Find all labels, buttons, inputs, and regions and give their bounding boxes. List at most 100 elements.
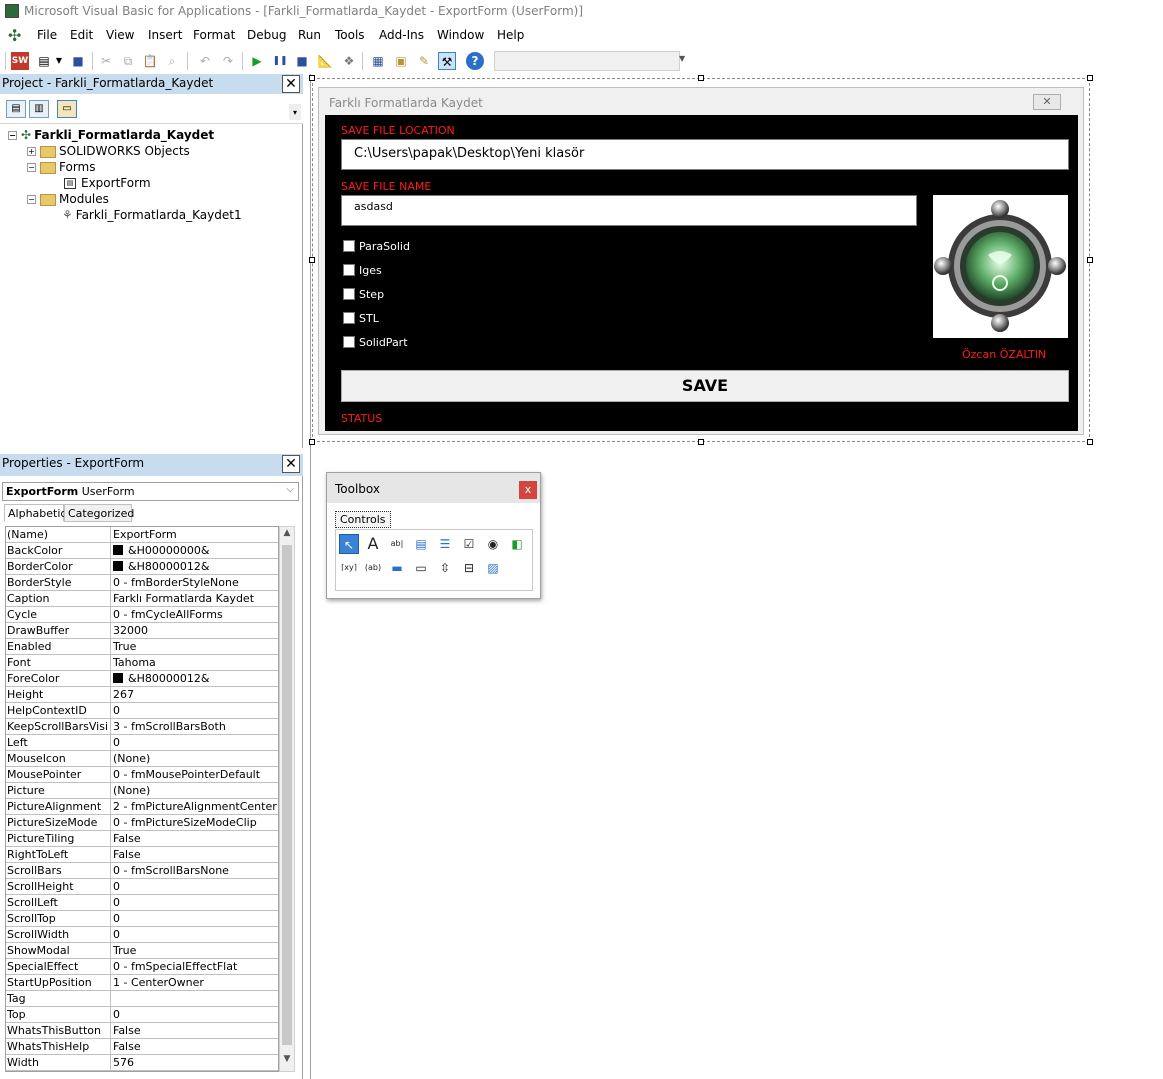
property-value[interactable]: 1 - CenterOwner [110,975,278,990]
view-object-icon[interactable]: ▥ [29,100,49,118]
property-value[interactable]: 0 - fmCycleAllForms [110,607,278,622]
close-icon[interactable]: ✕ [282,75,300,93]
copy-icon[interactable]: ⧉ [119,52,137,70]
property-row[interactable]: ScrollTop 0 [6,911,278,927]
tree-module-item[interactable]: ⚘ Farkli_Formatlarda_Kaydet1 [62,208,242,222]
property-value[interactable]: 32000 [110,623,278,638]
project-explorer-icon[interactable]: ❖ [340,52,358,70]
checkbox-box[interactable] [343,264,355,276]
property-row[interactable]: ScrollLeft 0 [6,895,278,911]
tree-modules[interactable]: − Modules [27,192,109,206]
tree-solidworks-objects[interactable]: + SOLIDWORKS Objects [27,144,190,158]
object-selector[interactable]: ExportForm UserForm ⌵ [2,482,299,501]
help-icon[interactable]: ? [466,52,484,70]
property-row[interactable]: Picture (None) [6,783,278,799]
textbox-tool-icon[interactable]: ab| [387,534,407,554]
break-icon[interactable]: ❚❚ [271,52,289,70]
property-row[interactable]: WhatsThisHelp False [6,1039,278,1055]
checkbox-iges[interactable]: Iges [343,264,382,277]
property-row[interactable]: PictureTiling False [6,831,278,847]
cut-icon[interactable]: ✂ [97,52,115,70]
undo-icon[interactable]: ↶ [196,52,214,70]
solidworks-icon[interactable]: SW [11,52,29,70]
save-button[interactable]: SAVE [341,370,1069,402]
property-row[interactable]: MousePointer 0 - fmMousePointerDefault [6,767,278,783]
image-tool-icon[interactable]: ▨ [483,558,503,578]
properties-window-icon[interactable]: ▦ [369,52,387,70]
property-row[interactable]: Width 576 [6,1055,278,1071]
property-value[interactable]: 576 [110,1055,278,1070]
find-icon[interactable]: ⌕ [163,52,181,70]
tabstrip-tool-icon[interactable]: ▬ [387,558,407,578]
property-row[interactable]: PictureAlignment 2 - fmPictureAlignmentCe… [6,799,278,815]
frame-tool-icon[interactable]: ⌈xy⌉ [339,558,359,578]
property-value[interactable]: 267 [110,687,278,702]
property-value[interactable]: 0 - fmSpecialEffectFlat [110,959,278,974]
property-row[interactable]: Top 0 [6,1007,278,1023]
close-icon[interactable]: ✕ [282,455,300,473]
resize-handle[interactable] [309,257,315,263]
property-row[interactable]: BorderColor &H80000012& [6,559,278,575]
properties-scrollbar[interactable]: ▲ ▼ [279,526,295,1072]
property-value[interactable]: 0 [110,911,278,926]
property-value[interactable]: 0 [110,927,278,942]
property-row[interactable]: ScrollHeight 0 [6,879,278,895]
resize-handle[interactable] [309,439,315,445]
resize-handle[interactable] [1087,257,1093,263]
property-value[interactable]: 0 [110,1007,278,1022]
menu-file[interactable]: File [37,28,57,42]
toggle-folders-icon[interactable]: ▭ [57,100,77,118]
property-value[interactable]: 0 - fmBorderStyleNone [110,575,278,590]
property-value[interactable]: &H00000000& [110,543,278,558]
property-row[interactable]: Font Tahoma [6,655,278,671]
property-row[interactable]: ScrollWidth 0 [6,927,278,943]
property-value[interactable]: 0 [110,735,278,750]
tab-controls[interactable]: Controls [335,511,391,528]
property-value[interactable]: False [110,1039,278,1054]
combobox-tool-icon[interactable]: ▤ [411,534,431,554]
property-row[interactable]: WhatsThisButton False [6,1023,278,1039]
userform-exportform[interactable]: Farklı Formatlarda Kaydet ✕ SAVE FILE LO… [318,87,1084,435]
property-value[interactable]: True [110,943,278,958]
close-icon[interactable]: ✕ [1033,94,1061,110]
checkbox-parasolid[interactable]: ParaSolid [343,240,410,253]
save-location-field[interactable]: C:\Users\papak\Desktop\Yeni klasör [341,139,1069,170]
property-row[interactable]: Height 267 [6,687,278,703]
togglebutton-tool-icon[interactable]: ◧ [507,534,527,554]
tree-root[interactable]: − ✣ Farkli_Formatlarda_Kaydet [8,128,214,142]
save-icon[interactable]: ■ [69,52,87,70]
collapse-icon[interactable]: − [8,131,17,140]
property-value[interactable]: &H80000012& [110,559,278,574]
menu-help[interactable]: Help [497,28,524,42]
close-icon[interactable]: x [519,481,537,499]
property-value[interactable]: 0 [110,895,278,910]
property-row[interactable]: SpecialEffect 0 - fmSpecialEffectFlat [6,959,278,975]
resize-handle[interactable] [698,439,704,445]
toolbox-icon[interactable]: ✎ [415,52,433,70]
menu-debug[interactable]: Debug [247,28,286,42]
collapse-icon[interactable]: − [27,163,36,172]
property-row[interactable]: BorderStyle 0 - fmBorderStyleNone [6,575,278,591]
scroll-up-icon[interactable]: ▲ [280,528,294,544]
menu-view[interactable]: View [106,28,134,42]
tab-categorized[interactable]: Categorized [64,504,134,522]
expand-icon[interactable]: + [27,147,36,156]
property-row[interactable]: PictureSizeMode 0 - fmPictureSizeModeClip [6,815,278,831]
property-row[interactable]: ScrollBars 0 - fmScrollBarsNone [6,863,278,879]
collapse-icon[interactable]: − [27,195,36,204]
property-value[interactable]: 2 - fmPictureAlignmentCenter [110,799,278,814]
spinbutton-tool-icon[interactable]: ⊟ [459,558,479,578]
design-mode-icon[interactable]: 📐 [316,52,334,70]
property-row[interactable]: StartUpPosition 1 - CenterOwner [6,975,278,991]
property-value[interactable]: (None) [110,751,278,766]
property-value[interactable]: &H80000012& [110,671,278,686]
toolbox-active-icon[interactable]: ⚒ [438,52,456,70]
menu-edit[interactable]: Edit [70,28,93,42]
property-row[interactable]: RightToLeft False [6,847,278,863]
menu-format[interactable]: Format [193,28,235,42]
checkbox-stl[interactable]: STL [343,312,379,325]
menu-add-ins[interactable]: Add-Ins [379,28,424,42]
toolbox-window[interactable]: Toolbox x Controls ↖ A ab| ▤ ☰ ☑ ◉ ◧ ⌈xy… [326,472,541,599]
property-value[interactable]: False [110,847,278,862]
tree-exportform[interactable]: ▤ ExportForm [64,176,151,190]
